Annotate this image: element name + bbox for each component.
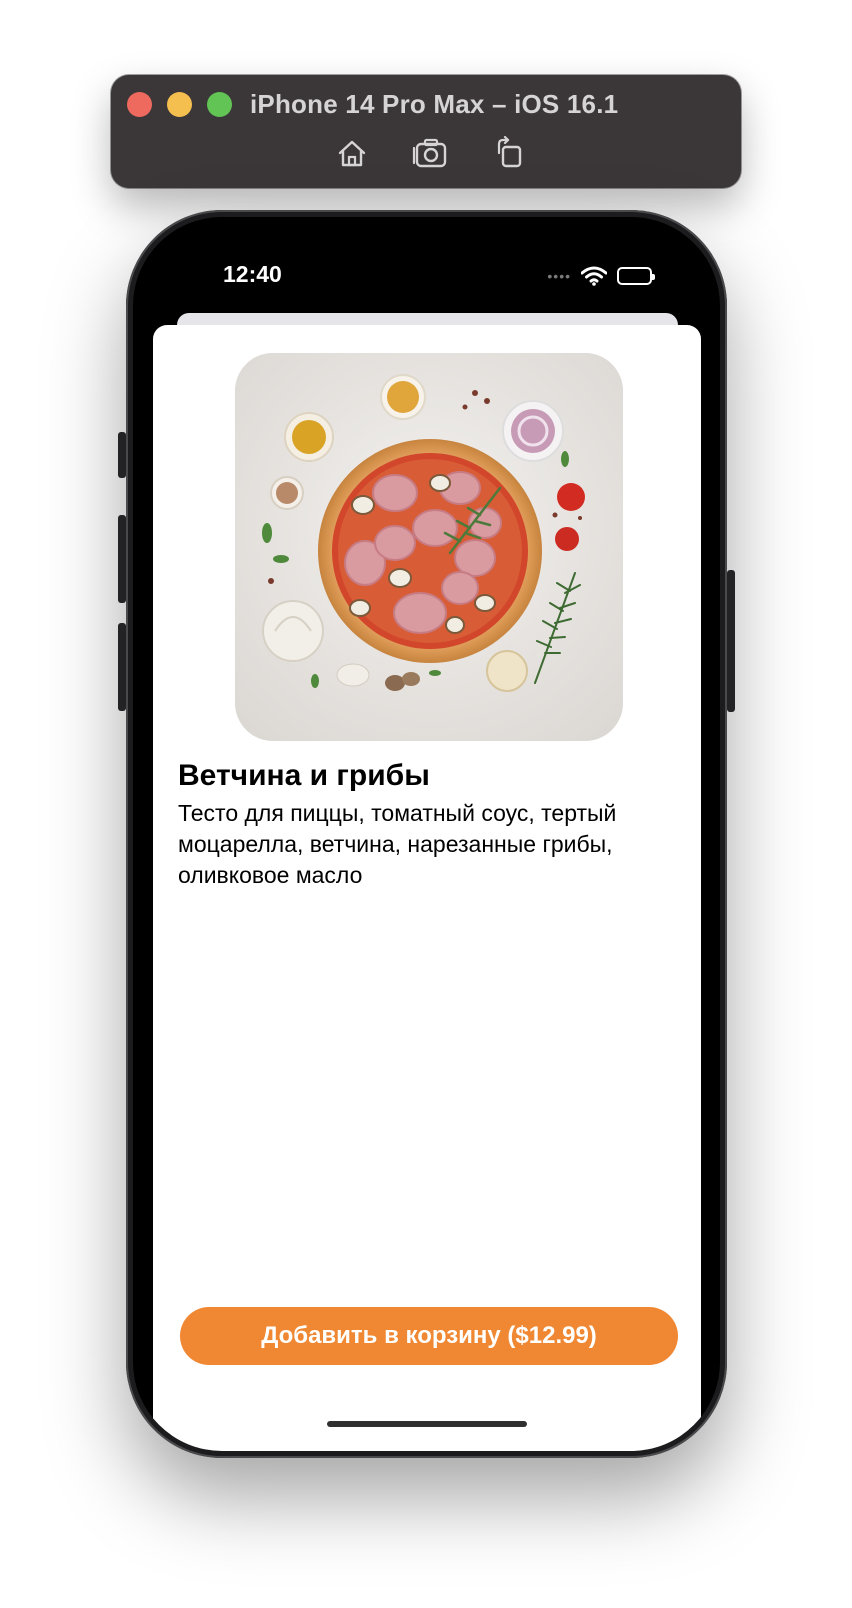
wifi-icon [581, 266, 607, 286]
product-title: Ветчина и грибы [178, 759, 430, 792]
battery-icon [617, 267, 655, 285]
close-window-button[interactable] [127, 92, 152, 117]
status-time: 12:40 [223, 261, 282, 287]
pizza-image [235, 353, 623, 741]
power-button[interactable] [727, 570, 735, 712]
rotate-button[interactable] [489, 133, 529, 173]
product-detail-sheet: Ветчина и грибы Тесто для пиццы, томатны… [153, 325, 701, 1451]
phone-screen: 12:40 •••• Ветчина и грибы Тесто для пиц… [133, 217, 720, 1451]
add-to-cart-button[interactable]: Добавить в корзину ($12.99) [180, 1307, 678, 1365]
simulator-title: iPhone 14 Pro Max – iOS 16.1 [250, 89, 619, 119]
product-description: Тесто для пиццы, томатный соус, тертый м… [178, 800, 617, 888]
volume-down-button[interactable] [118, 623, 126, 711]
action-button[interactable] [118, 432, 126, 478]
home-icon [338, 140, 366, 167]
simulator-title-bar[interactable]: iPhone 14 Pro Max – iOS 16.1 [111, 75, 741, 188]
product-image [235, 353, 623, 741]
zoom-window-button[interactable] [207, 92, 232, 117]
rotate-icon [497, 135, 522, 168]
screenshot-button[interactable] [411, 133, 451, 173]
signal-icon: •••• [547, 268, 571, 284]
status-indicators: •••• [547, 265, 655, 287]
iphone-frame: 12:40 •••• Ветчина и грибы Тесто для пиц… [126, 210, 727, 1458]
home-button[interactable] [332, 133, 372, 173]
screenshot-icon [412, 138, 447, 168]
home-indicator[interactable] [327, 1421, 527, 1427]
minimize-window-button[interactable] [167, 92, 192, 117]
simulator-stage: iPhone 14 Pro Max – iOS 16.1 12:40 •••• … [0, 0, 852, 1608]
volume-up-button[interactable] [118, 515, 126, 603]
simulator-toolbar [111, 133, 741, 173]
